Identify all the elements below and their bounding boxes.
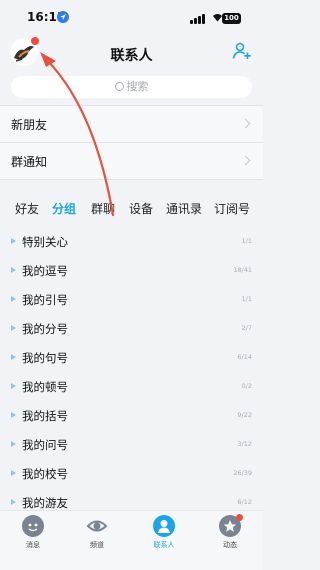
group-label: 我的校号 [22, 467, 68, 481]
message-icon [22, 515, 44, 537]
notification-dot [31, 37, 39, 45]
search-icon [114, 81, 124, 91]
status-bar: 16:13 100 [0, 0, 263, 34]
feed-badge [236, 514, 243, 521]
search-bar[interactable]: 搜索 [11, 76, 252, 98]
expand-triangle-icon [11, 499, 16, 505]
group-row[interactable]: 我的引号 1/1 [0, 285, 263, 314]
expand-triangle-icon [11, 238, 16, 244]
group-label: 我的分号 [22, 322, 68, 336]
group-label: 我的逗号 [22, 264, 68, 278]
group-count: 26/39 [233, 469, 252, 477]
group-label: 我的引号 [22, 293, 68, 307]
page-title: 联系人 [110, 48, 153, 64]
expand-triangle-icon [11, 383, 16, 389]
nav-messages[interactable]: 消息 [3, 515, 63, 550]
new-friends-label: 新朋友 [11, 118, 48, 132]
group-label: 我的括号 [22, 409, 68, 423]
group-row[interactable]: 我的括号 9/22 [0, 401, 263, 430]
tab-friends[interactable]: 好友 [15, 200, 39, 217]
tab-address-book[interactable]: 通讯录 [166, 200, 202, 217]
expand-triangle-icon [11, 441, 16, 447]
chevron-right-icon [240, 118, 251, 129]
group-row[interactable]: 我的校号 26/39 [0, 459, 263, 488]
expand-triangle-icon [11, 412, 16, 418]
nav-label: 消息 [26, 541, 40, 549]
new-friends-row[interactable]: 新朋友 [0, 106, 263, 142]
bottom-nav: 消息 频道 联系人 动态 [0, 510, 263, 570]
tab-groups[interactable]: 分组 [52, 200, 76, 217]
nav-channel[interactable]: 频道 [67, 515, 127, 550]
group-count: 9/22 [237, 411, 252, 419]
nav-label: 联系人 [153, 541, 175, 549]
group-count: 3/12 [237, 440, 252, 448]
expand-triangle-icon [11, 267, 16, 273]
group-count: 1/1 [241, 237, 252, 245]
nav-contacts[interactable]: 联系人 [134, 515, 194, 550]
group-row[interactable]: 我的逗号 18/41 [0, 256, 263, 285]
expand-triangle-icon [11, 325, 16, 331]
nav-label: 动态 [223, 541, 237, 549]
group-count: 0/2 [241, 382, 252, 390]
group-row[interactable]: 特别关心 1/1 [0, 227, 263, 256]
tab-devices[interactable]: 设备 [129, 200, 153, 217]
tab-group-chats[interactable]: 群聊 [91, 200, 115, 217]
contact-tabs: 好友 分组 群聊 设备 通讯录 订阅号 [0, 188, 263, 228]
channel-icon [86, 515, 108, 537]
expand-triangle-icon [11, 470, 16, 476]
divider [0, 179, 263, 180]
group-row[interactable]: 我的句号 6/14 [0, 343, 263, 372]
group-count: 6/14 [237, 353, 252, 361]
feed-icon [219, 514, 243, 537]
nav-label: 频道 [90, 541, 104, 549]
group-row[interactable]: 我的顿号 0/2 [0, 372, 263, 401]
group-label: 我的问号 [22, 438, 68, 452]
contacts-icon [153, 515, 175, 537]
group-notice-row[interactable]: 群通知 [0, 143, 263, 179]
battery-icon: 100 [222, 13, 241, 24]
header: 联系人 [0, 34, 263, 74]
nav-feed[interactable]: 动态 [200, 514, 260, 550]
group-label: 我的句号 [22, 351, 68, 365]
search-placeholder: 搜索 [126, 80, 149, 93]
group-row[interactable]: 我的问号 3/12 [0, 430, 263, 459]
group-label: 特别关心 [22, 235, 68, 249]
group-notice-label: 群通知 [11, 155, 48, 169]
group-count: 6/12 [237, 498, 252, 506]
chevron-right-icon [240, 155, 251, 166]
group-row[interactable]: 我的分号 2/7 [0, 314, 263, 343]
group-count: 1/1 [241, 295, 252, 303]
tab-subscriptions[interactable]: 订阅号 [214, 200, 250, 217]
signal-icon [190, 14, 206, 24]
group-label: 我的顿号 [22, 380, 68, 394]
add-contact-icon[interactable] [232, 42, 252, 60]
group-label: 我的游友 [22, 496, 68, 510]
expand-triangle-icon [11, 354, 16, 360]
location-arrow-icon [57, 11, 69, 23]
group-count: 18/41 [233, 266, 252, 274]
group-count: 2/7 [241, 324, 252, 332]
expand-triangle-icon [11, 296, 16, 302]
